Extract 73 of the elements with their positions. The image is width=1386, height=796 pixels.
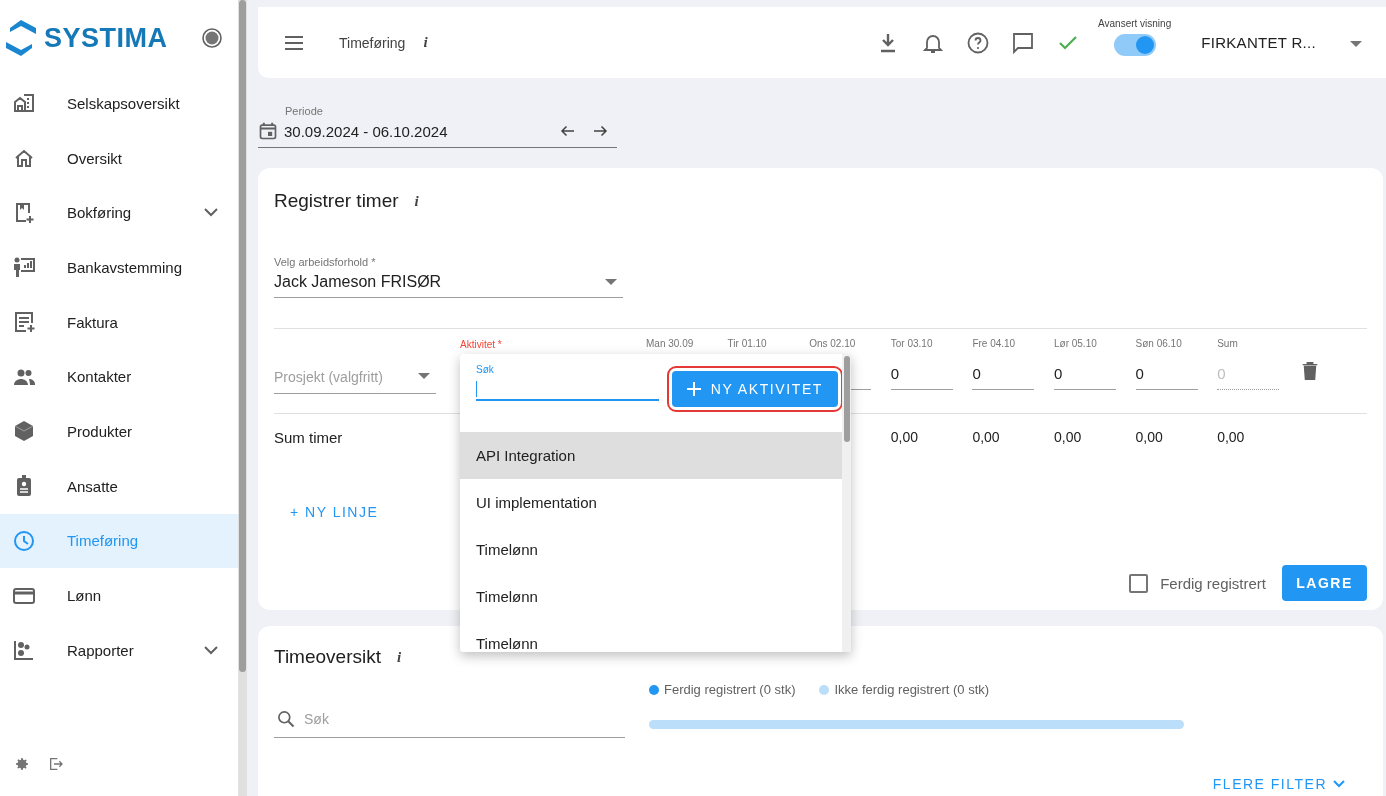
plus-icon (686, 382, 701, 396)
hours-field[interactable]: 0 (972, 358, 1035, 390)
column-header: Sum (1217, 338, 1239, 349)
nav-item[interactable]: Kontakter (0, 349, 238, 405)
legend-label: Ikke ferdig registrert (0 stk) (834, 682, 990, 697)
column-header: Tir 01.10 (727, 338, 768, 349)
toggle-label: Avansert visning (1098, 17, 1172, 29)
nav-item[interactable]: Selskapsoversikt (0, 76, 238, 131)
checkbox[interactable] (1129, 573, 1149, 593)
brand-name: SYSTIMA (44, 22, 168, 54)
company-selector[interactable]: FIRKANTET R... (1201, 34, 1316, 51)
column-header: Søn 06.10 (1135, 338, 1183, 349)
dropdown-option[interactable]: Timelønn (460, 573, 842, 620)
chevron-down-icon[interactable] (204, 645, 218, 655)
column-header: Tor 03.10 (890, 338, 934, 349)
logout-icon[interactable] (48, 756, 64, 772)
section-title: Timeoversikt (274, 646, 381, 668)
legend-label: Ferdig registrert (0 stk) (664, 682, 796, 697)
total-value: 0,00 (890, 429, 920, 445)
chart-icon (12, 638, 36, 663)
settings-icon[interactable] (14, 756, 30, 772)
dropdown-option[interactable]: API Integration (460, 432, 842, 479)
dropdown-option[interactable]: Timelønn (460, 620, 842, 652)
calendar-icon (258, 121, 278, 141)
hours-field[interactable]: 0 (1135, 358, 1198, 390)
sum-field: 0 (1217, 358, 1280, 390)
checkbox-label: Ferdig registrert (1160, 574, 1266, 592)
nav-item[interactable]: Bokføring (0, 185, 238, 241)
cube-icon (12, 419, 36, 444)
nav-item[interactable]: Lønn (0, 568, 238, 623)
period-field[interactable]: Periode 30.09.2024 - 06.10.2024 (258, 105, 617, 148)
record-icon[interactable] (202, 28, 222, 48)
total-value: 0,00 (1053, 429, 1083, 445)
clock-icon (12, 528, 36, 553)
view-toggle[interactable] (1113, 33, 1156, 56)
chat-icon[interactable] (1011, 30, 1035, 55)
section-title: Registrer timer (274, 190, 399, 212)
caret-icon[interactable] (418, 373, 430, 380)
nav-item[interactable]: Rapporter (0, 622, 238, 678)
chevron-down-icon (1333, 780, 1345, 788)
nav-item[interactable]: Produkter (0, 404, 238, 459)
page-title: Timeføring (339, 34, 406, 51)
hours-field[interactable]: 0 (890, 358, 953, 390)
column-header: Lør 05.10 (1053, 338, 1098, 349)
document-plus-icon (12, 310, 36, 335)
dropdown-option[interactable]: Timelønn (460, 526, 842, 573)
logo-icon (4, 19, 38, 57)
info-icon[interactable]: i (397, 648, 402, 666)
info-icon[interactable]: i (423, 34, 428, 51)
column-header: Ons 02.10 (809, 338, 857, 349)
info-icon[interactable]: i (414, 192, 419, 210)
nav-item[interactable]: Ansatte (0, 458, 238, 514)
caret-icon[interactable] (605, 278, 617, 286)
caret-icon[interactable] (1350, 40, 1362, 48)
field-label: Aktivitet * (460, 339, 503, 350)
chevron-down-icon[interactable] (204, 208, 218, 218)
hours-field[interactable]: 0 (1053, 358, 1116, 390)
nav-item[interactable]: Oversikt (0, 130, 238, 186)
nav-item[interactable]: Faktura (0, 294, 238, 350)
scrollbar-thumb[interactable] (239, 0, 246, 672)
dropdown-option[interactable]: UI implementation (460, 479, 842, 526)
scrollbar-thumb[interactable] (844, 356, 850, 442)
nav-item[interactable]: Bankavstemming (0, 240, 238, 295)
total-value: 0,00 (1217, 429, 1246, 445)
row-label: Sum timer (274, 428, 344, 446)
presenter-chart-icon (12, 255, 36, 280)
employment-select[interactable]: Velg arbeidsforhold * Jack Jameson FRISØR (274, 256, 623, 298)
search-icon (276, 709, 296, 729)
total-value: 0,00 (972, 429, 1001, 445)
total-value: 0,00 (1135, 429, 1164, 445)
column-header: Man 30.09 (646, 338, 695, 349)
column-header: Fre 04.10 (972, 338, 1017, 349)
help-icon[interactable] (966, 30, 990, 55)
